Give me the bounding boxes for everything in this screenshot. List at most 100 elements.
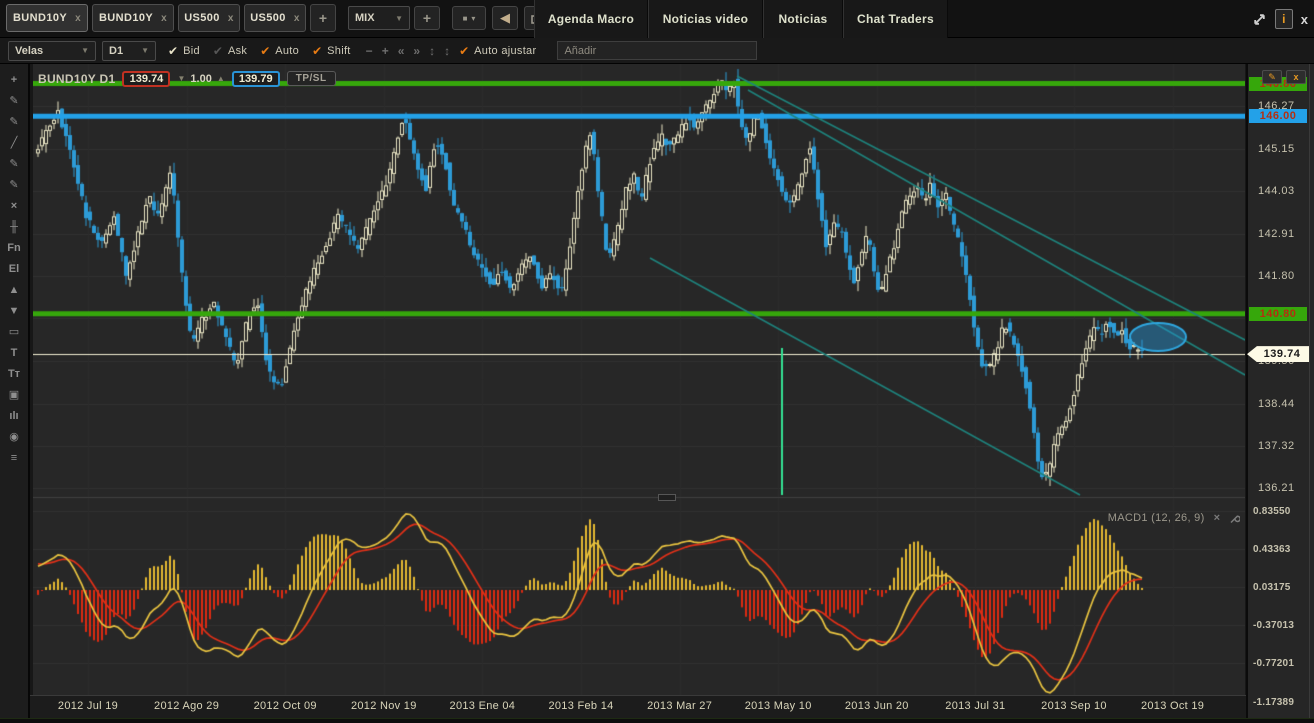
instrument-tab-bund10y-1[interactable]: BUND10Y x	[92, 4, 174, 32]
check-icon: ✔	[260, 44, 270, 58]
date-tick-label: 2012 Nov 19	[351, 700, 417, 712]
price-tick-label: 142.91	[1258, 228, 1295, 240]
add-chart-button[interactable]: +	[414, 6, 440, 30]
trading-terminal: BUND10YxBUND10YxUS500xUS500x + MIX ▼ + ■…	[0, 0, 1314, 723]
increase-amount-icon[interactable]: ▲	[217, 74, 225, 83]
elliott-tool[interactable]: El	[3, 258, 25, 279]
rectangle-icon[interactable]: ▭	[3, 321, 25, 342]
fn-tool[interactable]: Fn	[3, 237, 25, 258]
macd-tick-label: 0.03175	[1253, 582, 1291, 593]
instrument-tab-us500-2[interactable]: US500x	[178, 4, 240, 32]
resize-icon[interactable]	[1252, 12, 1267, 27]
tpsl-button[interactable]: TP/SL	[287, 71, 336, 86]
ask-toggle[interactable]: ✔ Ask	[213, 44, 247, 58]
check-icon: ✔	[459, 44, 469, 58]
date-axis[interactable]: 2012 Jul 19 2012 Ago 29 2012 Oct 09 2012 No…	[30, 695, 1246, 718]
pencil-icon[interactable]: ✎	[3, 90, 25, 111]
close-window-button[interactable]: x	[1301, 12, 1308, 27]
remove-indicator-icon[interactable]: ×	[1214, 512, 1220, 524]
zoom-scroll-icons: −+ « » ↕ ↕	[366, 44, 459, 58]
tab-label: BUND10Y	[99, 12, 153, 24]
macd-indicator-label: MACD1 (12, 26, 9) ×	[1040, 512, 1240, 524]
edit-line2-icon[interactable]: ✎	[3, 174, 25, 195]
window-layout-button[interactable]: ■ ▾	[452, 6, 486, 30]
close-tab-icon[interactable]: x	[228, 13, 234, 24]
close-chart-button[interactable]: x	[1286, 70, 1306, 84]
add-symbol-input[interactable]	[557, 41, 757, 60]
chart-type-dropdown[interactable]: Velas ▼	[8, 41, 96, 61]
menu-icon[interactable]: ≡	[3, 447, 25, 468]
panel-splitter-handle[interactable]	[658, 494, 676, 501]
edit-line-icon[interactable]: ✎	[3, 153, 25, 174]
auto-adjust-toggle[interactable]: ✔Auto ajustar	[459, 44, 544, 58]
auto-toggle[interactable]: ✔ Auto	[260, 44, 299, 58]
scroll-left-icon[interactable]: «	[398, 44, 405, 58]
chevron-down-icon: ▼	[395, 14, 403, 23]
buy-price-button[interactable]: 139.79	[232, 71, 280, 87]
scroll-right-icon[interactable]: »	[413, 44, 420, 58]
current-price-badge: 139.74	[1247, 346, 1309, 362]
instrument-tab-bund10y-0[interactable]: BUND10Y x	[6, 4, 88, 32]
zoom-out-icon[interactable]: −	[366, 44, 373, 58]
price-tick-label: 138.44	[1258, 398, 1295, 410]
sell-price-button[interactable]: 139.74	[122, 71, 170, 87]
date-tick-label: 2012 Oct 09	[254, 700, 317, 712]
toggle-label: Auto	[275, 45, 299, 57]
date-tick-label: 2012 Ago 29	[154, 700, 219, 712]
check-icon: ✔	[213, 44, 223, 58]
text-tool[interactable]: T	[3, 342, 25, 363]
text-small-tool[interactable]: Tт	[3, 363, 25, 384]
toggle-label: Ask	[228, 45, 247, 57]
layout-mix-dropdown[interactable]: MIX ▼	[348, 6, 410, 30]
macd-tick-label: 0.83550	[1253, 506, 1291, 517]
camera-icon[interactable]: ◉	[3, 426, 25, 447]
toggle-label: Shift	[327, 45, 351, 57]
date-tick-label: 2013 May 10	[745, 700, 812, 712]
nav-tab-noticias[interactable]: Noticias	[763, 0, 843, 38]
timeframe-dropdown[interactable]: D1 ▼	[102, 41, 156, 61]
trendline-icon[interactable]: ╱	[3, 132, 25, 153]
pencil-alt-icon[interactable]: ✎	[3, 111, 25, 132]
bid-toggle[interactable]: ✔Bid	[168, 44, 200, 58]
indicator-icon[interactable]: ılı	[3, 405, 25, 426]
close-tab-icon[interactable]: x	[294, 13, 300, 24]
chevron-down-icon: ▾	[471, 14, 475, 23]
date-tick-label: 2013 Jul 31	[945, 700, 1005, 712]
tab-bar: BUND10YxBUND10YxUS500xUS500x + MIX ▼ + ■…	[0, 0, 1314, 38]
chart-toolbar: Velas ▼ D1 ▼ ✔Bid✔Ask✔Auto✔Shift −+«»↕↕ …	[0, 38, 1314, 64]
amount-value: 1.00	[190, 73, 211, 85]
price-tick-label: 144.03	[1258, 185, 1295, 197]
window-controls: i x	[1252, 0, 1308, 38]
info-button[interactable]: i	[1275, 9, 1293, 29]
price-tick-label: 137.32	[1258, 440, 1295, 452]
shift-toggle[interactable]: ✔Shift	[312, 44, 351, 58]
instrument-tab-us500-3[interactable]: US500x	[244, 4, 306, 32]
crosshair-icon[interactable]: +	[3, 69, 25, 90]
arrow-up-icon[interactable]: ▲	[3, 279, 25, 300]
close-tab-icon[interactable]: x	[161, 13, 167, 24]
shrink-vertical-icon[interactable]: ↕	[444, 44, 450, 58]
nav-tab-noticias-video[interactable]: Noticias video	[648, 0, 763, 38]
price-axis[interactable]: ✎ x 139.74 146.27145.15144.03142.91141.8…	[1246, 64, 1314, 723]
expand-vertical-icon[interactable]: ↕	[429, 44, 435, 58]
indicator-settings-icon[interactable]	[1229, 513, 1240, 524]
decrease-amount-icon[interactable]: ▼	[177, 74, 185, 83]
tab-label: BUND10Y	[13, 12, 67, 24]
cross-lines-icon[interactable]: ×	[3, 195, 25, 216]
date-tick-label: 2013 Mar 27	[647, 700, 712, 712]
layers-icon[interactable]: ▣	[3, 384, 25, 405]
toggle-group: ✔Bid ✔ Ask ✔ Auto ✔Shift	[168, 44, 364, 58]
date-tick-label: 2013 Oct 19	[1141, 700, 1204, 712]
add-tab-button[interactable]: +	[310, 4, 336, 32]
back-arrow-button[interactable]: ◀	[492, 6, 518, 30]
date-tick-label: 2012 Jul 19	[58, 700, 118, 712]
nav-tab-chat-traders[interactable]: Chat Traders	[843, 0, 948, 38]
arrow-down-icon[interactable]: ▼	[3, 300, 25, 321]
nav-tab-agenda-macro[interactable]: Agenda Macro	[534, 0, 648, 38]
drawing-tools-sidebar: +✎✎╱✎✎×╫FnEl▲▼▭TTт▣ılı◉≡	[0, 64, 30, 718]
pitchfork-icon[interactable]: ╫	[3, 216, 25, 237]
close-tab-icon[interactable]: x	[75, 13, 81, 24]
price-chart-canvas[interactable]	[33, 64, 1245, 695]
zoom-in-icon[interactable]: +	[382, 44, 389, 58]
edit-chart-button[interactable]: ✎	[1262, 70, 1282, 84]
